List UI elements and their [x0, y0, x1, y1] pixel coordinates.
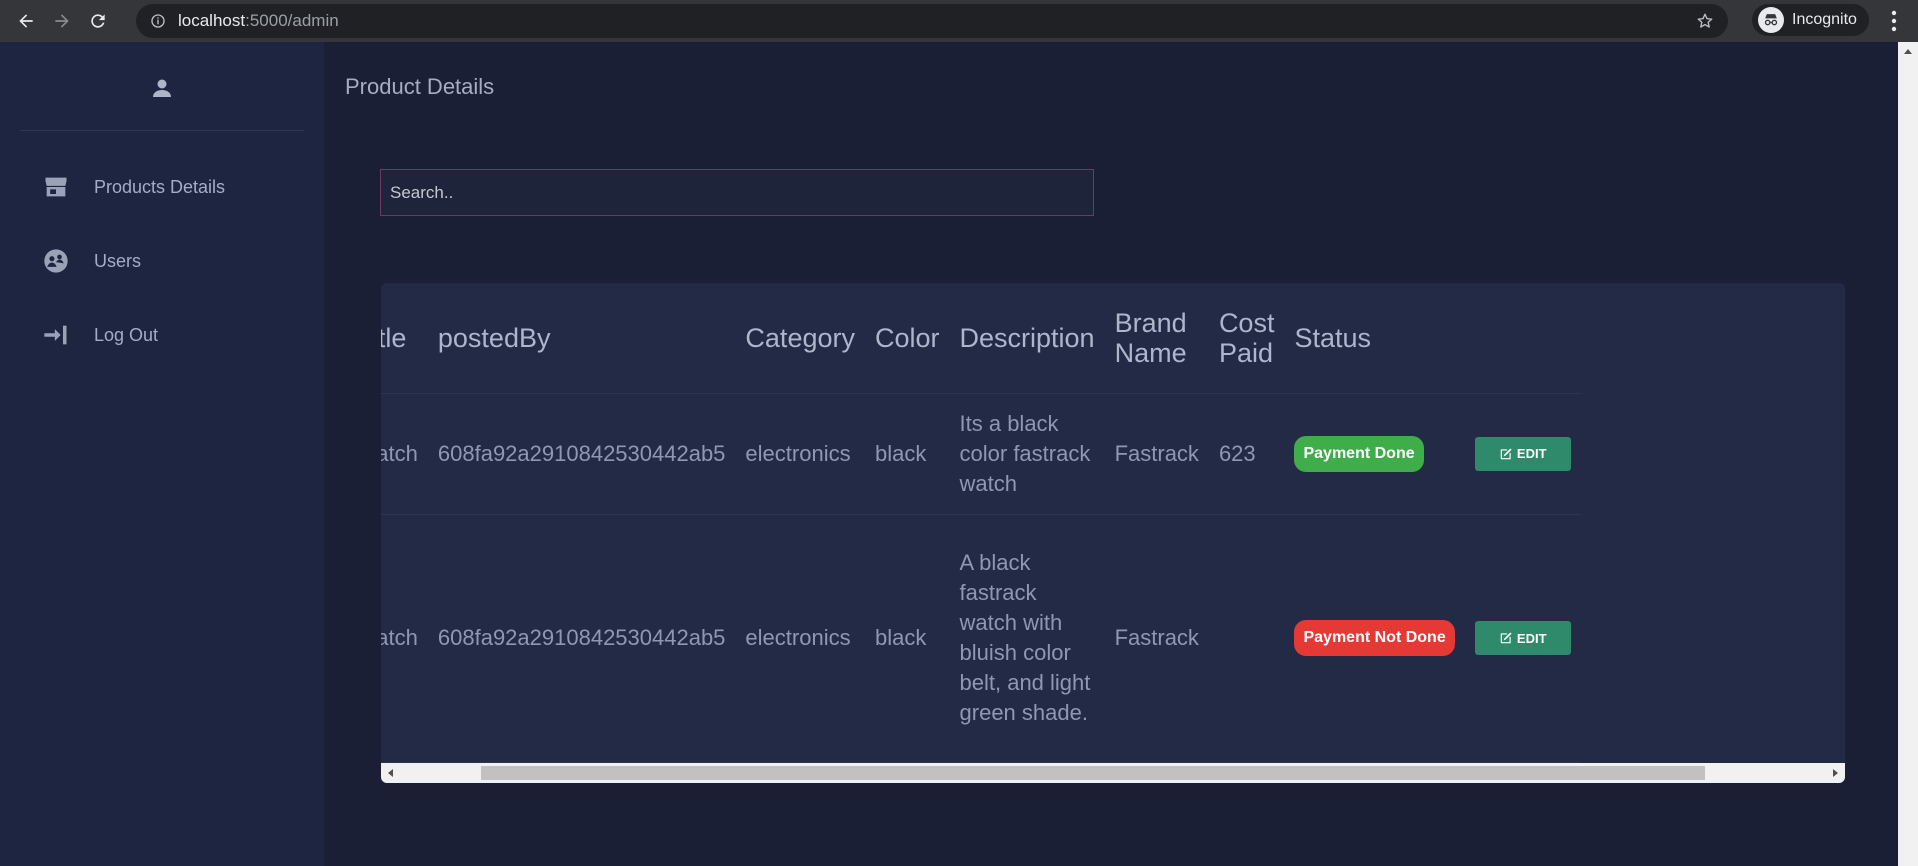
cell-actions: EDIT	[1464, 393, 1581, 515]
cell-description: Its a black color fastrack watch	[949, 393, 1105, 515]
search-input[interactable]	[380, 169, 1094, 216]
col-header-color: Color	[864, 283, 950, 394]
scroll-right-arrow-icon[interactable]	[1830, 768, 1840, 778]
url-text: localhost:5000/admin	[178, 11, 339, 30]
back-icon[interactable]	[8, 3, 44, 39]
vertical-scrollbar[interactable]	[1898, 42, 1918, 866]
sidebar-item-label: Products Details	[94, 176, 226, 197]
col-header-title: Title	[381, 283, 428, 394]
edit-button[interactable]: EDIT	[1474, 621, 1571, 655]
forward-icon[interactable]	[44, 3, 80, 39]
cell-title: Watch	[381, 393, 428, 515]
info-icon[interactable]	[150, 13, 166, 29]
edit-button[interactable]: EDIT	[1474, 436, 1571, 471]
sidebar-item-products-details[interactable]: Products Details	[0, 162, 324, 212]
scroll-left-arrow-icon[interactable]	[386, 768, 396, 778]
page-title: Product Details	[345, 74, 495, 99]
cell-category: electronics	[735, 393, 865, 515]
edit-button-label: EDIT	[1516, 446, 1547, 461]
cell-color: black	[864, 514, 950, 763]
browser-menu-icon[interactable]	[1882, 8, 1906, 34]
edit-icon	[1500, 632, 1512, 644]
bookmark-star-icon[interactable]	[1696, 12, 1714, 30]
status-badge: Payment Done	[1294, 435, 1424, 472]
store-icon	[45, 177, 67, 197]
profile-label: Incognito	[1792, 11, 1857, 28]
cell-color: black	[864, 393, 950, 515]
col-header-description: Description	[949, 283, 1105, 394]
cell-brand: Fastrack	[1104, 393, 1209, 515]
cell-status: Payment Done	[1284, 393, 1465, 515]
cell-status: Payment Not Done	[1284, 514, 1465, 763]
cell-title: Watch	[381, 514, 428, 763]
cell-cost-paid: 623	[1208, 393, 1285, 515]
cell-description: A black fastrack watch with bluish color…	[949, 514, 1105, 763]
edit-icon	[1500, 447, 1512, 459]
sidebar: Products Details Users Log Out	[0, 42, 324, 866]
user-avatar-icon[interactable]	[150, 76, 174, 100]
sidebar-item-label: Users	[94, 250, 142, 271]
cell-posted-by: 608fa92a2910842530442ab5	[427, 514, 736, 763]
scroll-up-arrow-icon[interactable]	[1903, 47, 1913, 57]
logout-icon	[44, 325, 67, 345]
cell-brand: Fastrack	[1104, 514, 1209, 763]
horizontal-scrollbar[interactable]	[381, 763, 1845, 783]
col-header-category: Category	[735, 283, 865, 394]
cell-cost-paid	[1208, 514, 1285, 763]
reload-icon[interactable]	[80, 3, 116, 39]
users-icon	[44, 249, 68, 273]
cell-category: electronics	[735, 514, 865, 763]
table-scroll-area[interactable]: Title postedBy Category Color Descriptio…	[381, 283, 1845, 763]
status-badge: Payment Not Done	[1294, 620, 1455, 656]
table-row: 0ff15be0a317ca20690 Watch 608fa92a291084…	[381, 393, 1581, 515]
sidebar-item-users[interactable]: Users	[0, 236, 324, 286]
cell-posted-by: 608fa92a2910842530442ab5	[427, 393, 736, 515]
col-header-cost-paid: Cost Paid	[1208, 283, 1285, 394]
col-header-brand-name: Brand Name	[1104, 283, 1209, 394]
col-header-posted-by: postedBy	[427, 283, 736, 394]
edit-button-label: EDIT	[1516, 630, 1547, 646]
products-table-card: Title postedBy Category Color Descriptio…	[381, 283, 1845, 783]
sidebar-divider	[20, 130, 304, 131]
cell-actions: EDIT	[1464, 514, 1581, 763]
products-table: Title postedBy Category Color Descriptio…	[381, 283, 1581, 763]
incognito-badge[interactable]: Incognito	[1752, 4, 1869, 36]
incognito-icon	[1758, 7, 1784, 33]
address-bar[interactable]: localhost:5000/admin	[136, 4, 1728, 38]
page: Products Details Users Log Out Product D…	[0, 42, 1918, 866]
col-header-actions	[1464, 283, 1581, 394]
sidebar-item-log-out[interactable]: Log Out	[0, 310, 324, 360]
sidebar-item-label: Log Out	[94, 324, 159, 345]
browser-toolbar: localhost:5000/admin Incognito	[0, 0, 1918, 42]
scrollbar-thumb[interactable]	[481, 766, 1705, 780]
col-header-status: Status	[1284, 283, 1465, 394]
table-row: 77f0585214988822a22 Watch 608fa92a291084…	[381, 514, 1581, 763]
table-header-row: Title postedBy Category Color Descriptio…	[381, 283, 1581, 394]
main-content: Product Details Title postedBy Category …	[324, 42, 1898, 866]
